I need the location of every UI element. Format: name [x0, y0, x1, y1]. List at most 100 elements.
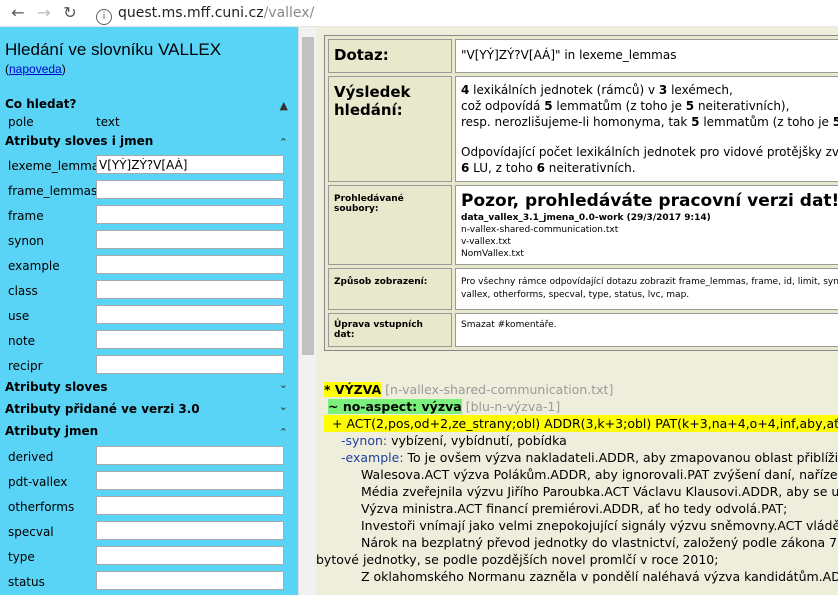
- browser-toolbar: ← → ↻ i quest.ms.mff.cuni.cz/vallex/: [0, 0, 838, 27]
- noniter-count-nohomonym: 5: [832, 115, 838, 129]
- section-verbs-heading[interactable]: Atributy sloves: [5, 380, 108, 394]
- help-link[interactable]: napoveda: [9, 62, 62, 76]
- result-text: resp. nerozlišujeme-li homonyma, tak: [461, 115, 692, 129]
- lemma-count-nohomonym: 5: [691, 115, 700, 129]
- table-row: Úprava vstupních dat: Smazat #komentáře.: [328, 313, 838, 347]
- query-summary-table: Dotaz: "V[YÝ]ZÝ?V[AÁ]" in lexeme_lemmas …: [324, 35, 838, 351]
- synon-line: -synon: vybízení, vybídnutí, pobídka: [324, 432, 838, 449]
- field-label-otherforms: otherforms: [8, 500, 75, 514]
- noniter-aspect-count: 6: [536, 161, 545, 175]
- collapse-chevron-up-icon[interactable]: ▲: [280, 99, 288, 112]
- result-text: lexikálních jednotek (rámců) v: [469, 83, 659, 97]
- sidebar-scrollbar[interactable]: [298, 27, 317, 595]
- recipr-input[interactable]: [96, 355, 284, 374]
- expand-chevron-down-icon[interactable]: ⌄: [279, 400, 288, 413]
- address-bar[interactable]: i quest.ms.mff.cuni.cz/vallex/: [96, 2, 838, 25]
- section-nouns-heading[interactable]: Atributy jmen: [5, 424, 98, 438]
- field-label-use: use: [8, 309, 30, 323]
- example-input[interactable]: [96, 255, 284, 274]
- lexeme-entry-header: * VÝZVA [n-vallex-shared-communication.t…: [324, 381, 838, 398]
- table-row: Způsob zobrazení: Pro všechny rámce odpo…: [328, 268, 838, 310]
- otherforms-input[interactable]: [96, 496, 284, 515]
- file-item: v-vallex.txt: [461, 237, 511, 247]
- expand-chevron-down-icon[interactable]: ⌄: [279, 378, 288, 391]
- table-row: Výsledek hledání: 4 lexikálních jednotek…: [328, 76, 838, 182]
- display-label: Způsob zobrazení:: [328, 268, 452, 310]
- reload-icon[interactable]: ↻: [60, 3, 80, 23]
- lexeme-headword: * VÝZVA: [324, 382, 382, 397]
- file-item: NomVallex.txt: [461, 249, 524, 259]
- type-input[interactable]: [96, 546, 284, 565]
- dotaz-label: Dotaz:: [328, 39, 452, 73]
- file-item: n-vallex-shared-communication.txt: [461, 225, 619, 235]
- forward-arrow-icon[interactable]: →: [34, 3, 54, 23]
- field-label-status: status: [8, 575, 45, 589]
- work-version-warning: Pozor, prohledáváte pracovní verzi dat!: [461, 191, 838, 211]
- display-value: Pro všechny rámce odpovídající dotazu zo…: [455, 268, 838, 310]
- class-input[interactable]: [96, 280, 284, 299]
- column-header-pole: pole: [8, 115, 34, 129]
- example-line: Nárok na bezplatný převod jednotky do vl…: [361, 535, 838, 550]
- frame-lemmas-input[interactable]: [96, 180, 284, 199]
- result-text: což odpovídá: [461, 99, 545, 113]
- pdt-vallex-input[interactable]: [96, 471, 284, 490]
- field-label-pdt-vallex: pdt-vallex: [8, 475, 68, 489]
- url-path: /vallex/: [263, 5, 315, 21]
- specval-input[interactable]: [96, 521, 284, 540]
- back-arrow-icon[interactable]: ←: [8, 3, 28, 23]
- synon-input[interactable]: [96, 230, 284, 249]
- result-text: lemmatům (z toho je: [699, 115, 833, 129]
- files-label: Prohledávané soubory:: [328, 185, 452, 265]
- field-label-specval: specval: [8, 525, 54, 539]
- lexeme-lemmas-input[interactable]: [96, 155, 284, 174]
- example-line: Výzva ministra.ACT financí premiérovi.AD…: [361, 501, 788, 516]
- noniter-count: 5: [685, 99, 695, 113]
- example-line: Investoři vnímají jako velmi znepokojují…: [361, 518, 838, 533]
- synon-value: vybízení, vybídnutí, pobídka: [387, 433, 567, 448]
- dataset-name: data_vallex_3.1_jmena_0.0-work (29/3/201…: [461, 213, 711, 223]
- aspect-lemma: ~ no-aspect: výzva: [328, 399, 462, 414]
- table-row: Dotaz: "V[YÝ]ZÝ?V[AÁ]" in lexeme_lemmas: [328, 39, 838, 73]
- column-header-text: text: [96, 115, 120, 129]
- field-label-note: note: [8, 334, 36, 348]
- field-label-example: example: [8, 259, 60, 273]
- sidebar-title: Hledání ve slovníku VALLEX: [5, 40, 222, 59]
- search-sidebar: Hledání ve slovníku VALLEX (napoveda) Co…: [0, 27, 298, 595]
- aspect-header: ~ no-aspect: výzva [blu-n-výzva-1]: [324, 398, 838, 415]
- note-input[interactable]: [96, 330, 284, 349]
- section-added-heading[interactable]: Atributy přidané ve verzi 3.0: [5, 402, 200, 416]
- status-input[interactable]: [96, 571, 284, 590]
- result-label: Výsledek hledání:: [328, 76, 452, 182]
- collapse-chevron-up-icon[interactable]: ⌃: [279, 426, 288, 439]
- lexeme-count: 3: [658, 83, 668, 97]
- field-label-frame: frame: [8, 209, 44, 223]
- scrollbar-thumb[interactable]: [302, 37, 314, 355]
- example-text: To je ovšem výzva nakladateli.ADDR, aby …: [403, 450, 838, 465]
- result-text: neiterativních.: [544, 161, 636, 175]
- example-tag: -example:: [341, 450, 404, 465]
- lemma-count: 5: [544, 99, 553, 113]
- files-cell: Pozor, prohledáváte pracovní verzi dat! …: [455, 185, 838, 265]
- use-input[interactable]: [96, 305, 284, 324]
- aspect-id: [blu-n-výzva-1]: [465, 399, 561, 414]
- field-label-class: class: [8, 284, 38, 298]
- dotaz-value: "V[YÝ]ZÝ?V[AÁ]" in lexeme_lemmas: [455, 39, 838, 73]
- collapse-chevron-up-icon[interactable]: ⌃: [279, 136, 288, 149]
- results-pane: Dotaz: "V[YÝ]ZÝ?V[AÁ]" in lexeme_lemmas …: [316, 27, 838, 595]
- field-label-frame-lemmas: frame_lemmas: [8, 184, 98, 198]
- edit-value[interactable]: Smazat #komentáře.: [455, 313, 838, 347]
- result-text: neiterativních),: [694, 99, 790, 113]
- example-line: Z oklahomského Normanu zazněla v pondělí…: [361, 569, 838, 584]
- result-text: lemmatům (z toho je: [552, 99, 686, 113]
- edit-label: Úprava vstupních dat:: [328, 313, 452, 347]
- help-link-wrapper: (napoveda): [5, 62, 66, 76]
- section-verbs-nouns-heading[interactable]: Atributy sloves i jmen: [5, 134, 153, 148]
- example-line: Walesova.ACT výzva Polákům.ADDR, aby ign…: [361, 467, 838, 482]
- search-results: * VÝZVA [n-vallex-shared-communication.t…: [316, 381, 838, 585]
- info-icon[interactable]: i: [96, 9, 112, 25]
- frame-input[interactable]: [96, 205, 284, 224]
- derived-input[interactable]: [96, 446, 284, 465]
- aspect-counterparts-text: Odpovídající počet lexikálních jednotek …: [461, 145, 838, 159]
- field-label-derived: derived: [8, 450, 54, 464]
- result-summary: 4 lexikálních jednotek (rámců) v 3 lexém…: [455, 76, 838, 182]
